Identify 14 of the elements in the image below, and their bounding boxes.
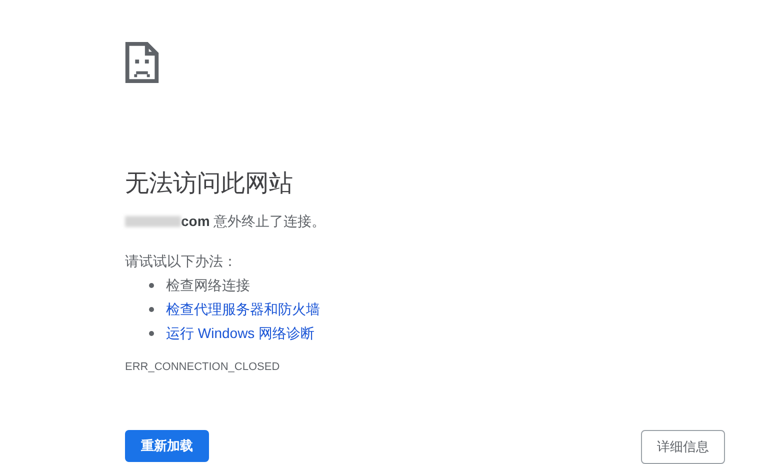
error-code: ERR_CONNECTION_CLOSED: [125, 360, 280, 374]
suggestion-link[interactable]: 运行 Windows 网络诊断: [166, 321, 315, 345]
details-button[interactable]: 详细信息: [641, 430, 725, 464]
bullet-icon: [149, 306, 154, 312]
suggestions-intro: 请试试以下办法：: [125, 252, 237, 271]
error-heading: 无法访问此网站: [125, 169, 293, 199]
suggestion-text: 检查网络连接: [166, 276, 250, 295]
error-message: com 意外终止了连接。: [181, 212, 326, 231]
sad-page-icon: [125, 42, 159, 83]
redacted-text: [125, 216, 181, 226]
reload-button[interactable]: 重新加载: [125, 430, 209, 462]
suggestion-link[interactable]: 检查代理服务器和防火墙: [166, 297, 320, 321]
bullet-icon: [149, 330, 154, 336]
bullet-icon: [149, 282, 154, 288]
